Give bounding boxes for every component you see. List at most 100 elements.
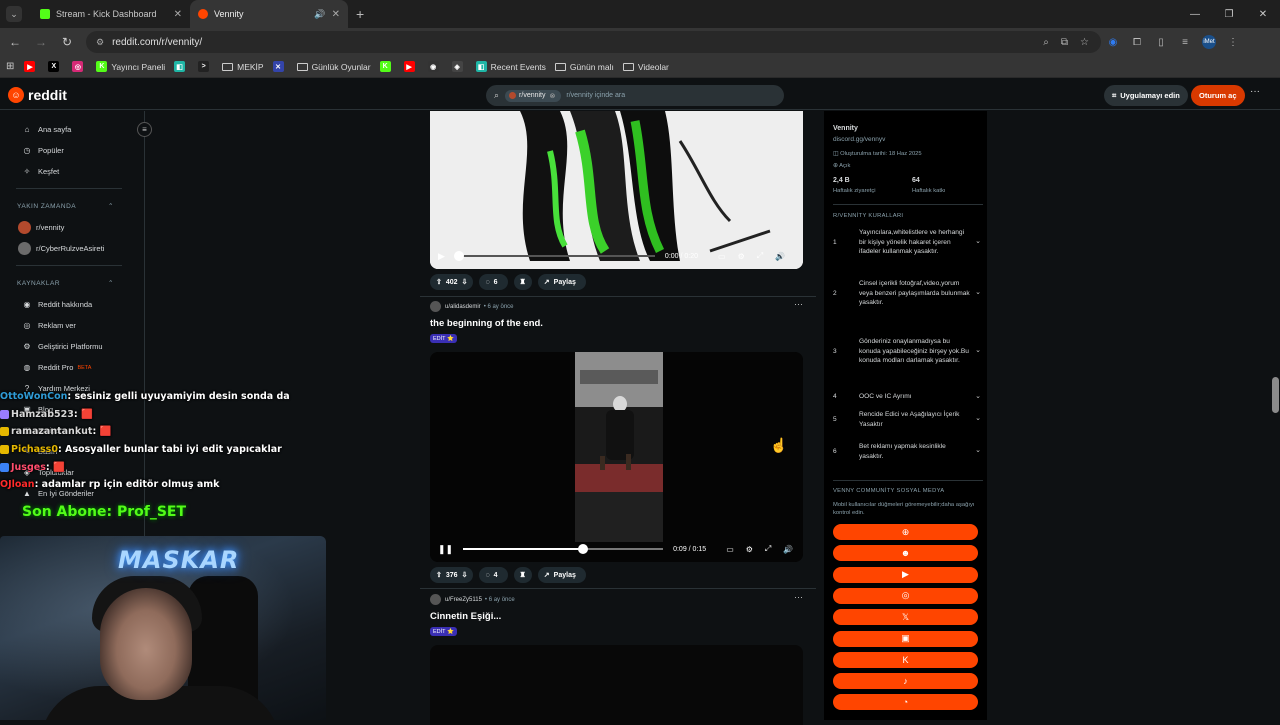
rule-item[interactable]: 3 Gönderiniz onaylanmadıysa bu konuda yap…: [833, 337, 981, 366]
author-link[interactable]: u/alidasdemir: [445, 304, 481, 310]
tab-kick-dashboard[interactable]: Stream - Kick Dashboard ✕: [32, 0, 190, 28]
side-panel-icon[interactable]: ▯: [1149, 37, 1173, 48]
profile-avatar[interactable]: iMet: [1197, 35, 1221, 49]
post-menu-icon[interactable]: ···: [794, 299, 803, 309]
browser-menu-icon[interactable]: ⋮: [1221, 37, 1245, 48]
extensions-puzzle-icon[interactable]: ⧠: [1125, 37, 1149, 48]
kick-link-button[interactable]: K: [833, 651, 978, 668]
tab-vennity[interactable]: Vennity 🔊 ✕: [190, 0, 348, 28]
more-options-icon[interactable]: ···: [1250, 86, 1260, 97]
bookmark-item[interactable]: ◎: [72, 61, 87, 72]
author-link[interactable]: u/FreeZy5115: [445, 597, 482, 603]
bookmark-item[interactable]: ◈: [451, 61, 467, 72]
site-info-icon[interactable]: ⚙: [96, 37, 104, 48]
bookmark-item[interactable]: ◉: [427, 61, 443, 72]
volume-icon[interactable]: 🔊: [775, 252, 785, 261]
discord-link-button[interactable]: ☻: [833, 545, 978, 562]
rule-item[interactable]: 4 OOC ve IC Ayrımı ⌄: [833, 388, 981, 406]
bookmark-item[interactable]: >: [198, 61, 213, 72]
post-video-player[interactable]: ▶ 0:00 / 0:20 ▭ ⚙ ⤢ 🔊: [430, 111, 803, 269]
award-button[interactable]: ♜: [513, 274, 532, 290]
pause-icon[interactable]: ❚❚: [438, 544, 453, 555]
upvote-icon[interactable]: ⇧: [436, 278, 442, 286]
resource-item[interactable]: ◍ Reddit Pro BETA: [0, 357, 144, 378]
fullscreen-icon[interactable]: ⤢: [765, 544, 771, 554]
close-window-icon[interactable]: ✕: [1246, 0, 1280, 28]
bookmark-item[interactable]: ▶: [24, 61, 39, 72]
audio-playing-icon[interactable]: 🔊: [314, 9, 325, 20]
resource-item[interactable]: ◉ Reddit hakkında: [0, 294, 144, 315]
rule-item[interactable]: 6 Bet reklamı yapmak kesinlikle yasaktır.…: [833, 442, 981, 461]
resource-item[interactable]: ◎ Reklam ver: [0, 315, 144, 336]
post-title[interactable]: the beginning of the end.: [430, 318, 543, 329]
captions-icon[interactable]: ▭: [726, 545, 734, 554]
bookmark-item[interactable]: Videolar: [622, 62, 669, 72]
reddit-logo[interactable]: ☺ reddit: [8, 87, 67, 103]
bookmark-item[interactable]: K Yayıncı Paneli: [96, 61, 165, 72]
post-flair[interactable]: EDİT ⭐: [430, 627, 457, 636]
comments-button[interactable]: ◌ 6: [479, 274, 508, 290]
sidebar-toggle-button[interactable]: ≡: [137, 122, 152, 137]
login-button[interactable]: Oturum aç: [1191, 85, 1245, 106]
bookmark-item[interactable]: X: [48, 61, 63, 72]
search-placeholder[interactable]: r/vennity içinde ara: [566, 92, 625, 99]
recent-community-item[interactable]: r/CyberRulzveAsireti: [0, 238, 144, 259]
extension-icon[interactable]: ◉: [1101, 37, 1125, 48]
tab-search-button[interactable]: ⌄: [6, 6, 22, 22]
bookmark-item[interactable]: Günlük Oyunlar: [296, 62, 371, 72]
new-tab-button[interactable]: +: [356, 6, 364, 22]
post-video-player[interactable]: ❚❚ 0:09 / 0:15 ▭ ⚙ ⤢ 🔊: [430, 352, 803, 562]
resources-section-header[interactable]: KAYNAKLAR ⌃: [0, 272, 144, 294]
subreddit-search-chip[interactable]: r/vennity ⊗: [505, 89, 562, 102]
get-app-button[interactable]: ⌗ Uygulamayı edin: [1104, 85, 1188, 106]
share-button[interactable]: ↗ Paylaş: [537, 567, 586, 583]
community-link[interactable]: discord.gg/vennyv: [833, 136, 885, 143]
globe-link-button[interactable]: ⊕: [833, 524, 978, 540]
zoom-icon[interactable]: ⌕: [1043, 37, 1049, 48]
close-tab-icon[interactable]: ✕: [332, 9, 340, 20]
instagram-link-button[interactable]: ◎: [833, 587, 978, 604]
install-app-icon[interactable]: ⧉: [1061, 37, 1068, 48]
share-button[interactable]: ↗ Paylaş: [537, 274, 586, 290]
sidebar-item[interactable]: ◷ Popüler: [0, 140, 144, 161]
bookmark-item[interactable]: Günün malı: [554, 62, 614, 72]
seek-knob[interactable]: [578, 544, 589, 554]
forward-icon[interactable]: →: [28, 35, 54, 49]
recent-community-item[interactable]: r/vennity: [0, 217, 144, 238]
vote-pill[interactable]: ⇧ 376 ⇩: [430, 567, 474, 583]
vote-pill[interactable]: ⇧ 402 ⇩: [430, 274, 474, 290]
upvote-icon[interactable]: ⇧: [436, 571, 442, 579]
restore-icon[interactable]: ❐: [1212, 0, 1246, 28]
address-bar[interactable]: ⚙ reddit.com/r/vennity/ ⌕ ⧉ ☆: [86, 31, 1101, 53]
downvote-icon[interactable]: ⇩: [462, 571, 468, 579]
downvote-icon[interactable]: ⇩: [462, 278, 468, 286]
resource-item[interactable]: ⚙ Geliştirici Platformu: [0, 336, 144, 357]
rule-item[interactable]: 2 Cinsel içerikli fotoğraf,video,yorum ve…: [833, 279, 981, 308]
fullscreen-icon[interactable]: ⤢: [757, 251, 763, 261]
close-tab-icon[interactable]: ✕: [174, 9, 182, 20]
page-scrollbar[interactable]: [1271, 111, 1280, 720]
rule-item[interactable]: 1 Yayıncılara,whitelistlere ve herhangi b…: [833, 228, 981, 257]
post-menu-icon[interactable]: ···: [794, 592, 803, 602]
rule-item[interactable]: 5 Rencide Edici ve Aşağılayıcı İçerik Yas…: [833, 410, 981, 429]
video-seek-bar[interactable]: [463, 544, 664, 554]
chip-clear-icon[interactable]: ⊗: [550, 92, 556, 100]
steam-link-button[interactable]: ◔: [833, 694, 978, 711]
bookmark-item[interactable]: ▶: [403, 61, 419, 72]
bookmark-item[interactable]: ✕: [272, 61, 288, 72]
play-icon[interactable]: ▶: [438, 251, 445, 262]
author-avatar[interactable]: [430, 594, 441, 605]
seek-knob[interactable]: [453, 251, 464, 261]
scrollbar-thumb[interactable]: [1272, 377, 1279, 413]
bookmark-item[interactable]: MEKİP: [222, 62, 264, 72]
tiktok-link-button[interactable]: ♪: [833, 673, 978, 690]
settings-icon[interactable]: ⚙: [738, 252, 745, 261]
settings-icon[interactable]: ⚙: [746, 545, 753, 554]
reading-list-icon[interactable]: ≡: [1173, 37, 1197, 48]
post-title[interactable]: Cinnetin Eşiği...: [430, 611, 501, 622]
reload-icon[interactable]: ↻: [54, 35, 80, 49]
twitch-link-button[interactable]: ▣: [833, 630, 978, 647]
sidebar-item[interactable]: ✧ Keşfet: [0, 161, 144, 182]
bookmark-item[interactable]: ◧ Recent Events: [475, 61, 546, 72]
youtube-link-button[interactable]: ▶: [833, 566, 978, 583]
